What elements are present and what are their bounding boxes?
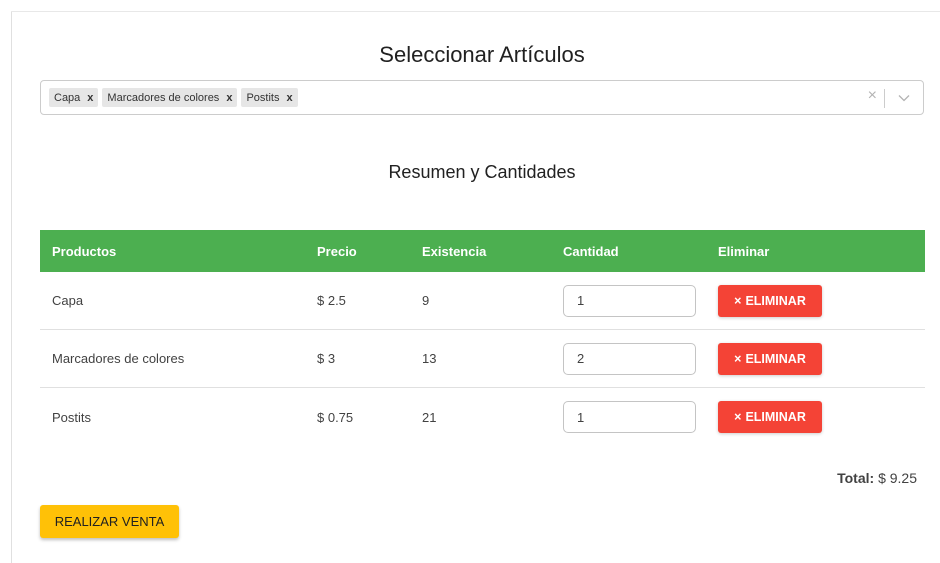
product-stock: 9: [422, 293, 430, 308]
delete-button-label: ELIMINAR: [745, 293, 806, 308]
column-header-stock: Existencia: [422, 243, 487, 259]
indicator-separator: [884, 89, 885, 108]
column-header-delete: Eliminar: [718, 243, 770, 259]
total-summary: Total: $ 9.25: [837, 470, 917, 486]
product-stock: 13: [422, 351, 437, 366]
articles-multiselect[interactable]: Capa x Marcadores de colores x Postits x…: [40, 80, 924, 115]
chip-capa: Capa x: [49, 88, 99, 107]
clear-all-icon[interactable]: ×: [868, 87, 877, 105]
table-header: Productos Precio Existencia Cantidad Eli…: [40, 230, 925, 272]
close-icon: ×: [734, 293, 742, 308]
product-name: Marcadores de colores: [52, 351, 185, 366]
product-price: $ 2.5: [317, 293, 346, 308]
total-value: $ 9.25: [878, 470, 917, 486]
column-header-products: Productos: [52, 243, 117, 259]
summary-table: Productos Precio Existencia Cantidad Eli…: [40, 230, 925, 446]
delete-button[interactable]: × ELIMINAR: [718, 284, 822, 317]
column-header-quantity: Cantidad: [563, 243, 619, 259]
close-icon: ×: [734, 351, 742, 366]
product-price: $ 3: [317, 351, 336, 366]
chevron-down-icon[interactable]: [897, 91, 911, 105]
chip-label: Marcadores de colores: [107, 91, 220, 104]
chip-label: Capa: [54, 91, 81, 104]
table-row: Postits $ 0.75 21 × ELIMINAR: [40, 388, 925, 446]
close-icon: ×: [734, 410, 742, 424]
product-stock: 21: [422, 409, 437, 425]
chip-remove-icon[interactable]: x: [226, 92, 232, 104]
product-price: $ 0.75: [317, 409, 354, 425]
quantity-input[interactable]: [563, 342, 696, 375]
chip-postits: Postits x: [241, 88, 298, 107]
product-name: Capa: [52, 293, 84, 308]
chip-remove-icon[interactable]: x: [87, 92, 93, 104]
product-name: Postits: [52, 409, 92, 425]
chip-label: Postits: [246, 91, 280, 104]
page-border-left: [11, 12, 12, 563]
quantity-input[interactable]: [563, 284, 696, 317]
delete-button-label: ELIMINAR: [745, 351, 806, 366]
chip-remove-icon[interactable]: x: [286, 92, 292, 104]
total-label: Total:: [837, 470, 875, 486]
delete-button-label: ELIMINAR: [745, 410, 806, 424]
delete-button[interactable]: × ELIMINAR: [718, 342, 822, 375]
table-row: Marcadores de colores $ 3 13 × ELIMINAR: [40, 330, 925, 388]
table-row: Capa $ 2.5 9 × ELIMINAR: [40, 272, 925, 330]
chip-marcadores: Marcadores de colores x: [102, 88, 238, 107]
delete-button[interactable]: × ELIMINAR: [718, 401, 822, 433]
quantity-input[interactable]: [563, 401, 696, 433]
page-border-top: [11, 11, 940, 12]
make-sale-button[interactable]: REALIZAR VENTA: [40, 505, 179, 538]
page-title: Seleccionar Artículos: [379, 42, 585, 67]
summary-title: Resumen y Cantidades: [388, 162, 576, 182]
column-header-price: Precio: [317, 243, 357, 259]
selected-chips: Capa x Marcadores de colores x Postits x: [49, 88, 298, 107]
